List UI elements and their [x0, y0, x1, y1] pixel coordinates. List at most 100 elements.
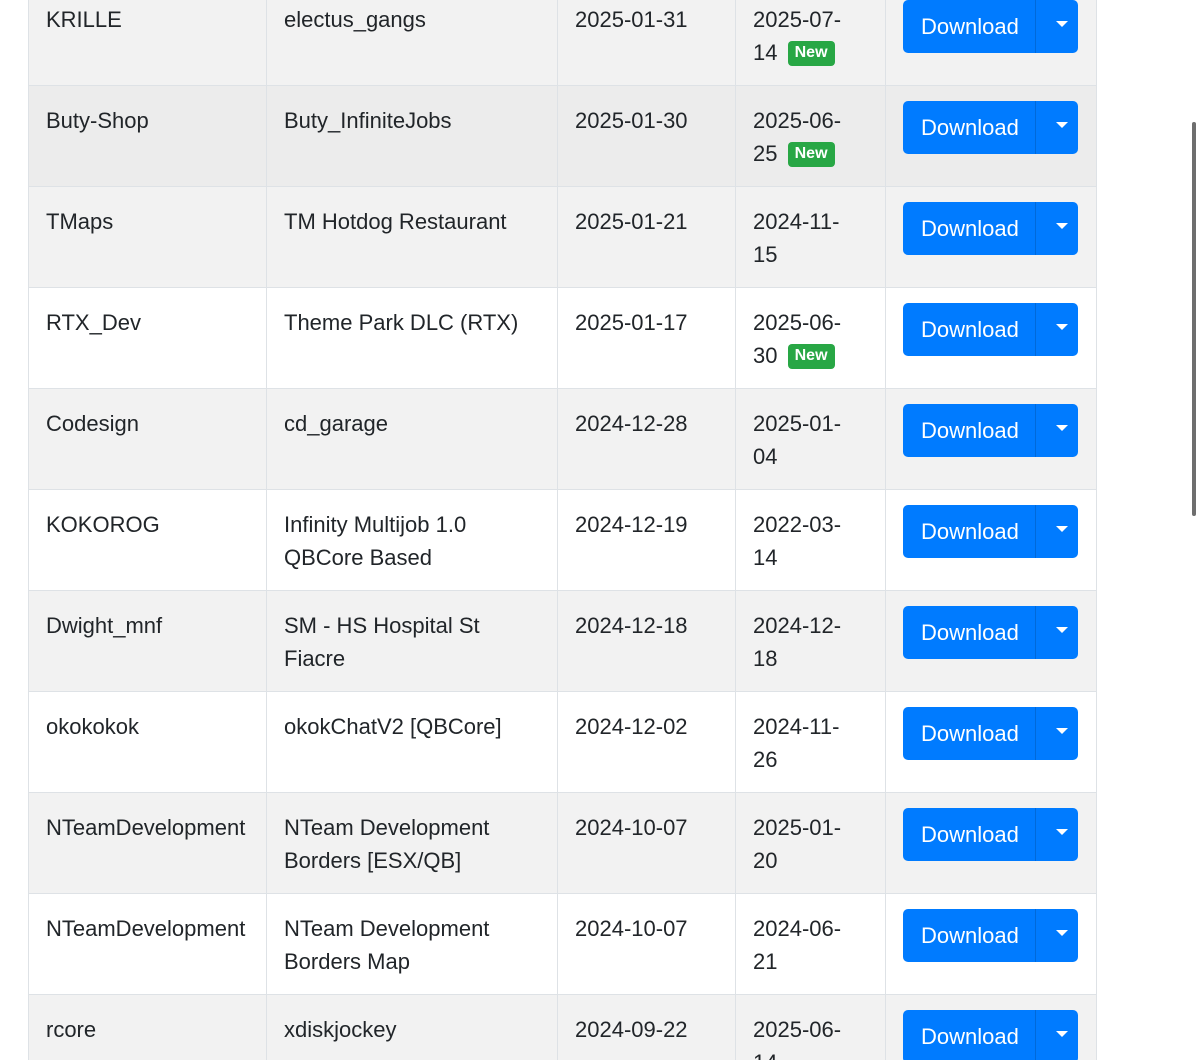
- download-button[interactable]: Download: [903, 707, 1035, 760]
- resource-name-cell-text: okokChatV2 [QBCore]: [284, 714, 502, 739]
- resource-name-cell: okokChatV2 [QBCore]: [266, 691, 558, 793]
- table-row: TMaps TM Hotdog Restaurant 2025-01-21 2024-…: [28, 186, 1097, 288]
- added-date-cell-text: 2025-01-30: [575, 108, 688, 133]
- download-button-group: Download: [903, 303, 1078, 356]
- updated-date-line2-wrap: 15: [753, 238, 868, 271]
- download-options-toggle[interactable]: [1035, 606, 1078, 659]
- download-options-toggle[interactable]: [1035, 202, 1078, 255]
- updated-date-line2: 25: [753, 141, 778, 166]
- updated-date-line2: 21: [753, 949, 778, 974]
- updated-date-line1: 2024-11-: [753, 714, 840, 739]
- updated-date-line2-wrap: 25 New: [753, 137, 868, 170]
- download-button[interactable]: Download: [903, 505, 1035, 558]
- updated-date-cell: 2025-06- 30 New: [735, 287, 886, 389]
- download-button[interactable]: Download: [903, 202, 1035, 255]
- actions-cell: Download: [885, 691, 1097, 793]
- author-cell-text: NTeamDevelopment: [46, 916, 246, 941]
- download-button[interactable]: Download: [903, 0, 1035, 53]
- updated-date-cell: 2025-06- 25 New: [735, 85, 886, 187]
- caret-down-icon: [1056, 424, 1068, 431]
- added-date-cell-text: 2024-12-28: [575, 411, 688, 436]
- author-cell: Dwight_mnf: [28, 590, 267, 692]
- table-row: NTeamDevelopment NTeam Development Border…: [28, 893, 1097, 995]
- caret-down-icon: [1056, 727, 1068, 734]
- download-options-toggle[interactable]: [1035, 505, 1078, 558]
- updated-date-line2-wrap: 14: [753, 1046, 868, 1060]
- actions-cell: Download: [885, 388, 1097, 490]
- caret-down-icon: [1056, 1030, 1068, 1037]
- download-button[interactable]: Download: [903, 606, 1035, 659]
- download-options-toggle[interactable]: [1035, 808, 1078, 861]
- download-options-toggle[interactable]: [1035, 707, 1078, 760]
- added-date-cell: 2024-10-07: [557, 792, 736, 894]
- download-options-toggle[interactable]: [1035, 303, 1078, 356]
- added-date-cell-text: 2025-01-21: [575, 209, 688, 234]
- resource-name-cell: NTeam Development Borders Map: [266, 893, 558, 995]
- download-options-toggle[interactable]: [1035, 909, 1078, 962]
- resource-name-cell: SM - HS Hospital St Fiacre: [266, 590, 558, 692]
- author-cell-text: RTX_Dev: [46, 310, 141, 335]
- caret-down-icon: [1056, 121, 1068, 128]
- author-cell-text: KRILLE: [46, 7, 122, 32]
- download-button[interactable]: Download: [903, 909, 1035, 962]
- download-options-toggle[interactable]: [1035, 1010, 1078, 1060]
- download-options-toggle[interactable]: [1035, 101, 1078, 154]
- table-row: KOKOROG Infinity Multijob 1.0 QBCore Base…: [28, 489, 1097, 591]
- resource-name-cell-text: Buty_InfiniteJobs: [284, 108, 452, 133]
- resource-name-cell-text: TM Hotdog Restaurant: [284, 209, 507, 234]
- added-date-cell-text: 2024-09-22: [575, 1017, 688, 1042]
- updated-date-line1: 2022-03-: [753, 512, 842, 537]
- download-button[interactable]: Download: [903, 1010, 1035, 1060]
- added-date-cell: 2024-10-07: [557, 893, 736, 995]
- download-options-toggle[interactable]: [1035, 0, 1078, 53]
- resource-name-cell: xdiskjockey: [266, 994, 558, 1060]
- downloads-table-body: KRILLE electus_gangs 2025-01-31 2025-07- 14 …: [28, 0, 1097, 1060]
- updated-date-line1: 2025-01-: [753, 815, 842, 840]
- updated-date-line2-wrap: 18: [753, 642, 868, 675]
- updated-date-line2: 15: [753, 242, 778, 267]
- updated-date-cell: 2025-06- 14: [735, 994, 886, 1060]
- new-badge: New: [787, 344, 835, 369]
- added-date-cell: 2025-01-31: [557, 0, 736, 86]
- actions-cell: Download: [885, 893, 1097, 995]
- updated-date-line2-wrap: 04: [753, 440, 868, 473]
- download-button-group: Download: [903, 606, 1078, 659]
- resource-name-cell-text: NTeam Development Borders Map: [284, 916, 490, 974]
- new-badge: New: [787, 41, 835, 66]
- added-date-cell: 2025-01-21: [557, 186, 736, 288]
- author-cell: Codesign: [28, 388, 267, 490]
- updated-date-cell: 2024-06- 21: [735, 893, 886, 995]
- updated-date-line2-wrap: 20: [753, 844, 868, 877]
- updated-date-cell: 2024-12- 18: [735, 590, 886, 692]
- added-date-cell: 2024-12-19: [557, 489, 736, 591]
- added-date-cell-text: 2025-01-31: [575, 7, 688, 32]
- download-button[interactable]: Download: [903, 101, 1035, 154]
- download-button[interactable]: Download: [903, 404, 1035, 457]
- updated-date-cell: 2025-01- 04: [735, 388, 886, 490]
- added-date-cell-text: 2024-12-19: [575, 512, 688, 537]
- resource-name-cell: TM Hotdog Restaurant: [266, 186, 558, 288]
- updated-date-line1: 2024-06-: [753, 916, 842, 941]
- updated-date-cell: 2024-11- 26: [735, 691, 886, 793]
- table-row: Dwight_mnf SM - HS Hospital St Fiacre 2024…: [28, 590, 1097, 692]
- table-row: NTeamDevelopment NTeam Development Border…: [28, 792, 1097, 894]
- download-button[interactable]: Download: [903, 808, 1035, 861]
- updated-date-line2-wrap: 14: [753, 541, 868, 574]
- download-options-toggle[interactable]: [1035, 404, 1078, 457]
- author-cell-text: KOKOROG: [46, 512, 160, 537]
- download-button[interactable]: Download: [903, 303, 1035, 356]
- downloads-table: KRILLE electus_gangs 2025-01-31 2025-07- 14 …: [28, 0, 1097, 1060]
- resource-name-cell: NTeam Development Borders [ESX/QB]: [266, 792, 558, 894]
- resource-name-cell-text: electus_gangs: [284, 7, 426, 32]
- updated-date-line2-wrap: 30 New: [753, 339, 868, 372]
- actions-cell: Download: [885, 186, 1097, 288]
- new-badge: New: [787, 142, 835, 167]
- updated-date-line2-wrap: 26: [753, 743, 868, 776]
- vertical-scrollbar[interactable]: [1192, 122, 1196, 516]
- author-cell: NTeamDevelopment: [28, 893, 267, 995]
- download-button-group: Download: [903, 202, 1078, 255]
- resource-name-cell: Buty_InfiniteJobs: [266, 85, 558, 187]
- caret-down-icon: [1056, 222, 1068, 229]
- actions-cell: Download: [885, 590, 1097, 692]
- added-date-cell: 2024-12-18: [557, 590, 736, 692]
